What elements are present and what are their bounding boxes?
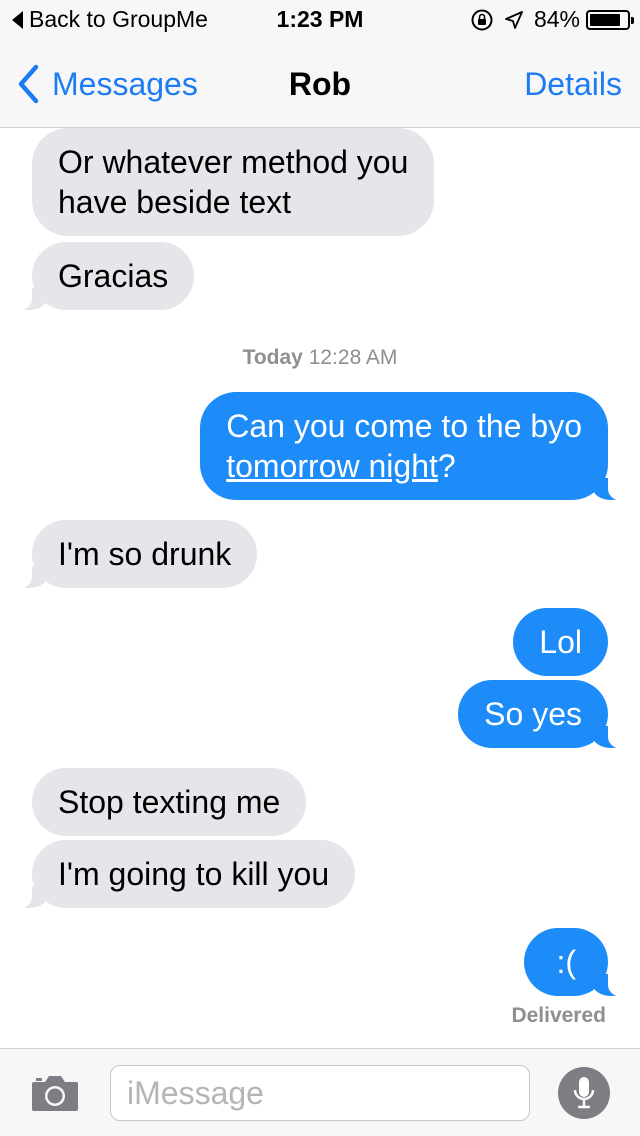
- message-bubble-outgoing[interactable]: Lol: [513, 608, 608, 676]
- message-bubble-incoming[interactable]: Stop texting me: [32, 768, 307, 836]
- message-bubble-incoming[interactable]: Gracias: [9, 242, 195, 311]
- battery-percent: 84%: [533, 6, 580, 32]
- delivery-status: Delivered: [511, 1004, 606, 1027]
- message-bubble-outgoing[interactable]: Can you come to the byo tomorrow night?: [200, 392, 630, 501]
- message-line: tomorrow night?: [226, 446, 582, 486]
- details-button[interactable]: Details: [524, 66, 622, 103]
- microphone-icon: [573, 1077, 595, 1109]
- rotation-lock-icon: [471, 9, 493, 30]
- input-bar: [0, 1048, 640, 1136]
- timestamp: Today 12:28 AM: [0, 346, 640, 370]
- timestamp-time: 12:28 AM: [308, 346, 398, 369]
- message-line: :(: [556, 944, 576, 980]
- microphone-button[interactable]: [558, 1067, 610, 1119]
- navigation-bar: Messages Rob Details: [0, 40, 640, 128]
- message-bubble-incoming[interactable]: I'm going to kill you: [9, 840, 356, 909]
- message-bubble-incoming[interactable]: I'm so drunk: [9, 520, 258, 589]
- message-bubble-incoming[interactable]: Or whatever method you have beside text: [32, 128, 435, 236]
- status-icons: 84%: [470, 6, 634, 33]
- message-line: Lol: [539, 624, 582, 660]
- location-arrow-icon: [505, 10, 523, 29]
- message-line: Can you come to the byo: [226, 408, 582, 444]
- battery-fill: [590, 13, 621, 26]
- message-line: So yes: [484, 696, 582, 732]
- message-text-suffix: ?: [437, 448, 456, 484]
- message-line: Gracias: [58, 258, 169, 294]
- message-line: I'm so drunk: [58, 536, 232, 572]
- imessage-input[interactable]: [110, 1065, 530, 1121]
- camera-button[interactable]: [30, 1073, 80, 1118]
- message-line: I'm going to kill you: [58, 856, 330, 892]
- status-bar: Back to GroupMe 1:23 PM 84%: [0, 0, 640, 40]
- message-bubble-outgoing[interactable]: :(: [524, 928, 630, 997]
- date-link[interactable]: tomorrow night: [226, 448, 438, 484]
- message-line: have beside text: [58, 184, 292, 220]
- message-bubble-outgoing[interactable]: So yes: [458, 680, 630, 749]
- camera-icon: [32, 1076, 78, 1111]
- message-line: Or whatever method you: [58, 144, 409, 180]
- battery-icon: [586, 9, 634, 30]
- timestamp-day: Today: [242, 346, 303, 369]
- message-line: Stop texting me: [58, 784, 281, 820]
